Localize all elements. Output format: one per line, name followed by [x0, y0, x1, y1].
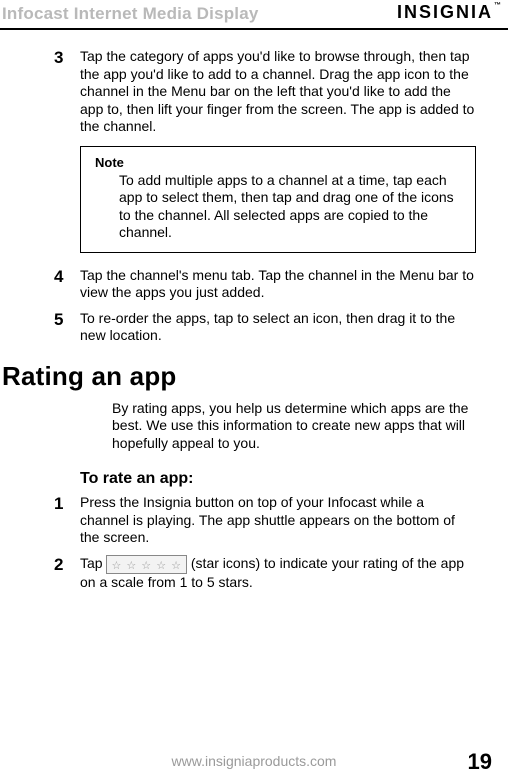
footer-url: www.insigniaproducts.com	[0, 753, 508, 769]
step-text: Tap ☆ ☆ ☆ ☆ ☆ (star icons) to indicate y…	[80, 555, 476, 592]
step-text: Tap the channel's menu tab. Tap the chan…	[80, 267, 476, 302]
step-number-col: 4	[32, 267, 80, 302]
step-row: 3 Tap the category of apps you'd like to…	[32, 48, 476, 136]
step-row: 4 Tap the channel's menu tab. Tap the ch…	[32, 267, 476, 302]
section-intro: By rating apps, you help us determine wh…	[112, 400, 476, 453]
step-number-col: 3	[32, 48, 80, 136]
stars-icon: ☆ ☆ ☆ ☆ ☆	[111, 560, 182, 572]
subsection-heading: To rate an app:	[80, 470, 476, 488]
brand-trademark: ™	[494, 2, 503, 9]
page-content: 3 Tap the category of apps you'd like to…	[0, 30, 508, 591]
note-label: Note	[95, 155, 461, 170]
step-text-pre: Tap	[80, 555, 106, 571]
page-header: Infocast Internet Media Display INSIGNIA…	[0, 0, 508, 30]
step-number: 4	[32, 267, 80, 287]
star-rating-icon: ☆ ☆ ☆ ☆ ☆	[106, 555, 187, 574]
step-number-col: 2	[32, 555, 80, 592]
step-row: 1 Press the Insignia button on top of yo…	[32, 494, 476, 547]
page-number: 19	[468, 749, 492, 775]
step-number-col: 5	[32, 310, 80, 345]
step-text: Press the Insignia button on top of your…	[80, 494, 476, 547]
note-body: To add multiple apps to a channel at a t…	[95, 172, 461, 242]
header-title: Infocast Internet Media Display	[2, 4, 259, 24]
step-number: 2	[32, 555, 80, 575]
step-text: To re-order the apps, tap to select an i…	[80, 310, 476, 345]
step-number: 3	[32, 48, 80, 68]
note-box: Note To add multiple apps to a channel a…	[80, 146, 476, 253]
step-number: 5	[32, 310, 80, 330]
section-heading: Rating an app	[2, 361, 476, 392]
step-text: Tap the category of apps you'd like to b…	[80, 48, 476, 136]
step-row: 2 Tap ☆ ☆ ☆ ☆ ☆ (star icons) to indicate…	[32, 555, 476, 592]
brand-text: INSIGNIA	[397, 2, 493, 22]
step-row: 5 To re-order the apps, tap to select an…	[32, 310, 476, 345]
step-number: 1	[32, 494, 80, 514]
step-number-col: 1	[32, 494, 80, 547]
brand-logo: INSIGNIA™	[397, 2, 502, 23]
